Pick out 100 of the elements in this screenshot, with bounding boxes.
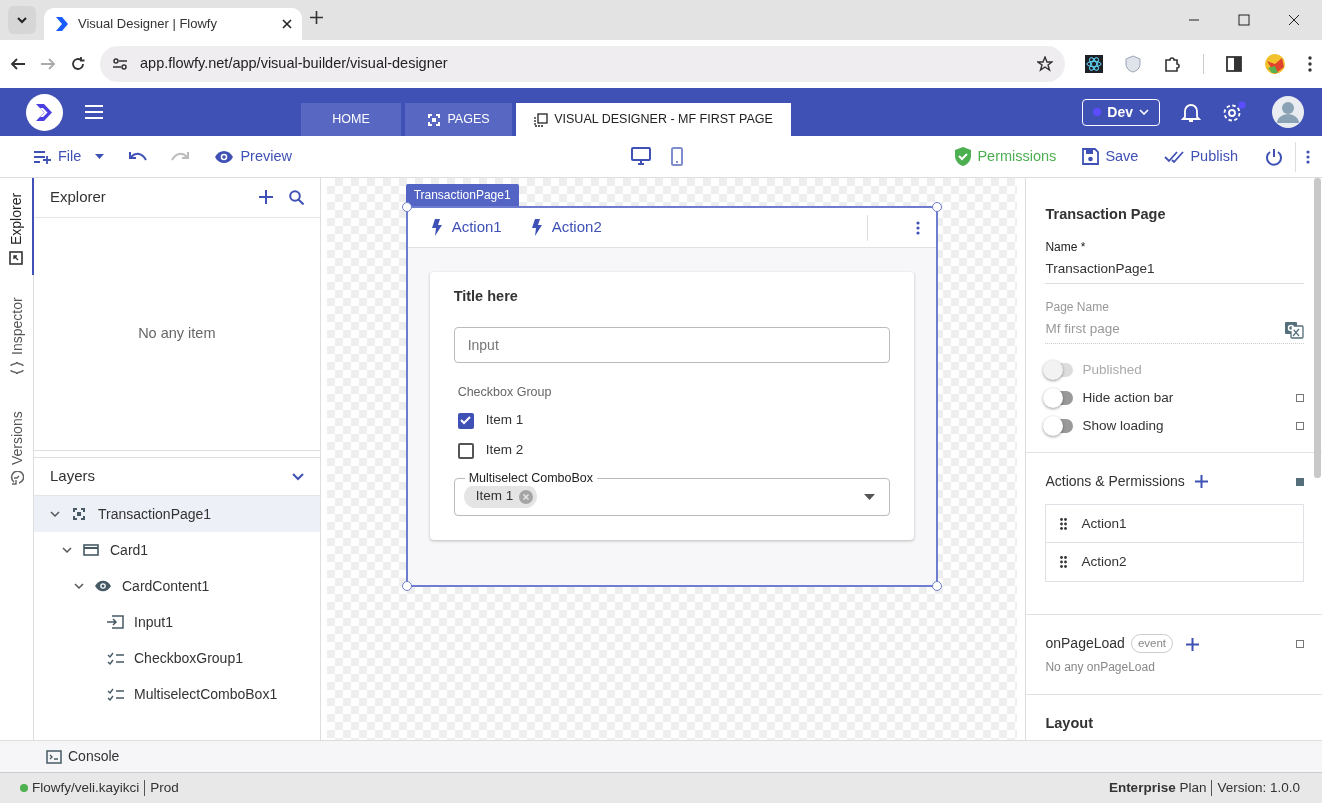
undo-icon: [128, 150, 149, 163]
empty-message: No any onPageLoad: [1045, 659, 1156, 677]
console-bar[interactable]: Console: [0, 740, 1322, 772]
layer-item[interactable]: CheckboxGroup1: [34, 640, 320, 676]
site-settings-icon: [112, 58, 128, 70]
shield-icon: [1125, 55, 1141, 73]
checkbox-label: Item 1: [485, 411, 524, 430]
address-bar[interactable]: app.flowfy.net/app/visual-builder/visual-designer: [100, 46, 1065, 82]
plus-icon: [310, 11, 323, 25]
terminal-icon: [46, 749, 62, 764]
browser-tab[interactable]: Visual Designer | Flowfy: [44, 8, 302, 40]
section-title: Layout: [1045, 715, 1093, 732]
caret-icon: [95, 154, 105, 160]
caret-icon: [1139, 109, 1149, 115]
toggle-switch[interactable]: [1045, 419, 1074, 434]
scrollbar-thumb[interactable]: [1314, 178, 1321, 478]
atom-icon: [1085, 55, 1103, 73]
app-logo: [26, 93, 63, 131]
page-name-field: Mf first page: [1045, 316, 1284, 344]
save-icon: [1082, 148, 1100, 165]
user-path: Flowfy/veli.kayikci: [32, 778, 140, 797]
layer-item[interactable]: TransactionPage1: [34, 496, 320, 532]
toggle-label: Hide action bar: [1082, 389, 1174, 408]
environment-dot: [1093, 108, 1102, 116]
nav-tab[interactable]: PAGES: [405, 103, 512, 136]
checkbox[interactable]: [457, 442, 474, 459]
nav-tab[interactable]: HOME: [301, 103, 401, 136]
layer-item[interactable]: CardContent1: [34, 568, 320, 604]
selection-tag: TransactionPage1: [405, 184, 519, 206]
checklist-icon: [106, 687, 124, 701]
remove-icon: [519, 489, 534, 504]
side-tab[interactable]: Versions: [0, 385, 34, 495]
tab-list-button[interactable]: [8, 6, 36, 34]
back-icon: [10, 56, 26, 72]
chevron-down-icon: [50, 509, 60, 519]
lightning-icon: [431, 219, 442, 236]
input-icon: [106, 615, 124, 629]
menu-icon: [85, 105, 103, 119]
plus-icon: [1194, 475, 1208, 489]
binding-indicator[interactable]: [1296, 477, 1304, 486]
panel-title: Explorer: [50, 187, 106, 208]
group-label: Checkbox Group: [457, 383, 553, 401]
nav-tab[interactable]: VISUAL DESIGNER - MF FIRST PAGE: [516, 103, 791, 136]
power-icon: [1265, 148, 1283, 167]
forward-icon: [40, 56, 56, 72]
chevron-down-icon: [74, 581, 84, 591]
input-field[interactable]: Input: [453, 326, 890, 363]
field-label: Page Name: [1045, 299, 1110, 316]
action-button[interactable]: Action2: [531, 216, 602, 239]
chevron-down-icon: [291, 472, 304, 481]
action-list-item[interactable]: Action2: [1045, 543, 1304, 583]
file-menu-button[interactable]: File: [28, 141, 111, 172]
binding-indicator[interactable]: [1296, 422, 1304, 431]
resize-handle[interactable]: [401, 581, 412, 591]
section-title: Actions & Permissions: [1045, 472, 1185, 492]
chevron-down-icon: [62, 545, 72, 555]
toggle-label: Published: [1082, 361, 1142, 380]
frame-icon: [72, 507, 86, 521]
environment-dropdown[interactable]: Dev: [1082, 98, 1160, 126]
empty-message: No any item: [138, 324, 216, 344]
user-avatar: [1272, 96, 1304, 128]
action-button[interactable]: Action1: [431, 216, 502, 239]
desktop-view-button[interactable]: [630, 147, 651, 166]
caret-icon: [863, 493, 875, 500]
redo-icon: [170, 150, 191, 163]
frame-icon: [427, 112, 442, 127]
panel-title: Layers: [50, 466, 96, 487]
translate-icon: [1284, 320, 1304, 339]
layer-item[interactable]: Card1: [34, 532, 320, 568]
version-label: Version: 1.0.0: [1217, 778, 1300, 797]
more-icon: [1308, 56, 1312, 72]
side-tab[interactable]: Explorer: [0, 178, 34, 275]
environment-label: Prod: [150, 778, 179, 797]
bell-icon: [1180, 101, 1202, 123]
save-button[interactable]: Save: [1076, 141, 1145, 172]
side-tab[interactable]: Inspector: [0, 275, 34, 385]
binding-indicator[interactable]: [1296, 394, 1304, 403]
card-icon: [83, 544, 99, 556]
layer-item[interactable]: Input1: [34, 604, 320, 640]
checkbox-label: Item 2: [485, 441, 524, 460]
drag-handle-icon: [1060, 556, 1068, 569]
binding-indicator[interactable]: [1296, 639, 1304, 648]
double-check-icon: [1164, 150, 1185, 163]
more-icon: [915, 220, 920, 235]
drag-handle-icon: [1060, 517, 1068, 530]
reload-icon: [70, 56, 86, 72]
close-icon: [1288, 14, 1300, 26]
inspector-icon: [10, 361, 24, 375]
toggle-switch[interactable]: [1045, 391, 1074, 406]
layer-item[interactable]: MultiselectComboBox1: [34, 676, 320, 712]
action-list-item[interactable]: Action1: [1045, 504, 1304, 544]
chevron-logo-icon: [54, 16, 70, 32]
resize-handle[interactable]: [931, 581, 942, 591]
more-icon: [1306, 149, 1310, 164]
layers-icon: [534, 112, 549, 127]
publish-button[interactable]: Publish: [1158, 141, 1244, 172]
field-label: Name *: [1045, 238, 1087, 256]
toggle-label: Show loading: [1082, 417, 1164, 436]
checkbox[interactable]: [457, 412, 474, 429]
preview-button[interactable]: Preview: [208, 141, 298, 172]
